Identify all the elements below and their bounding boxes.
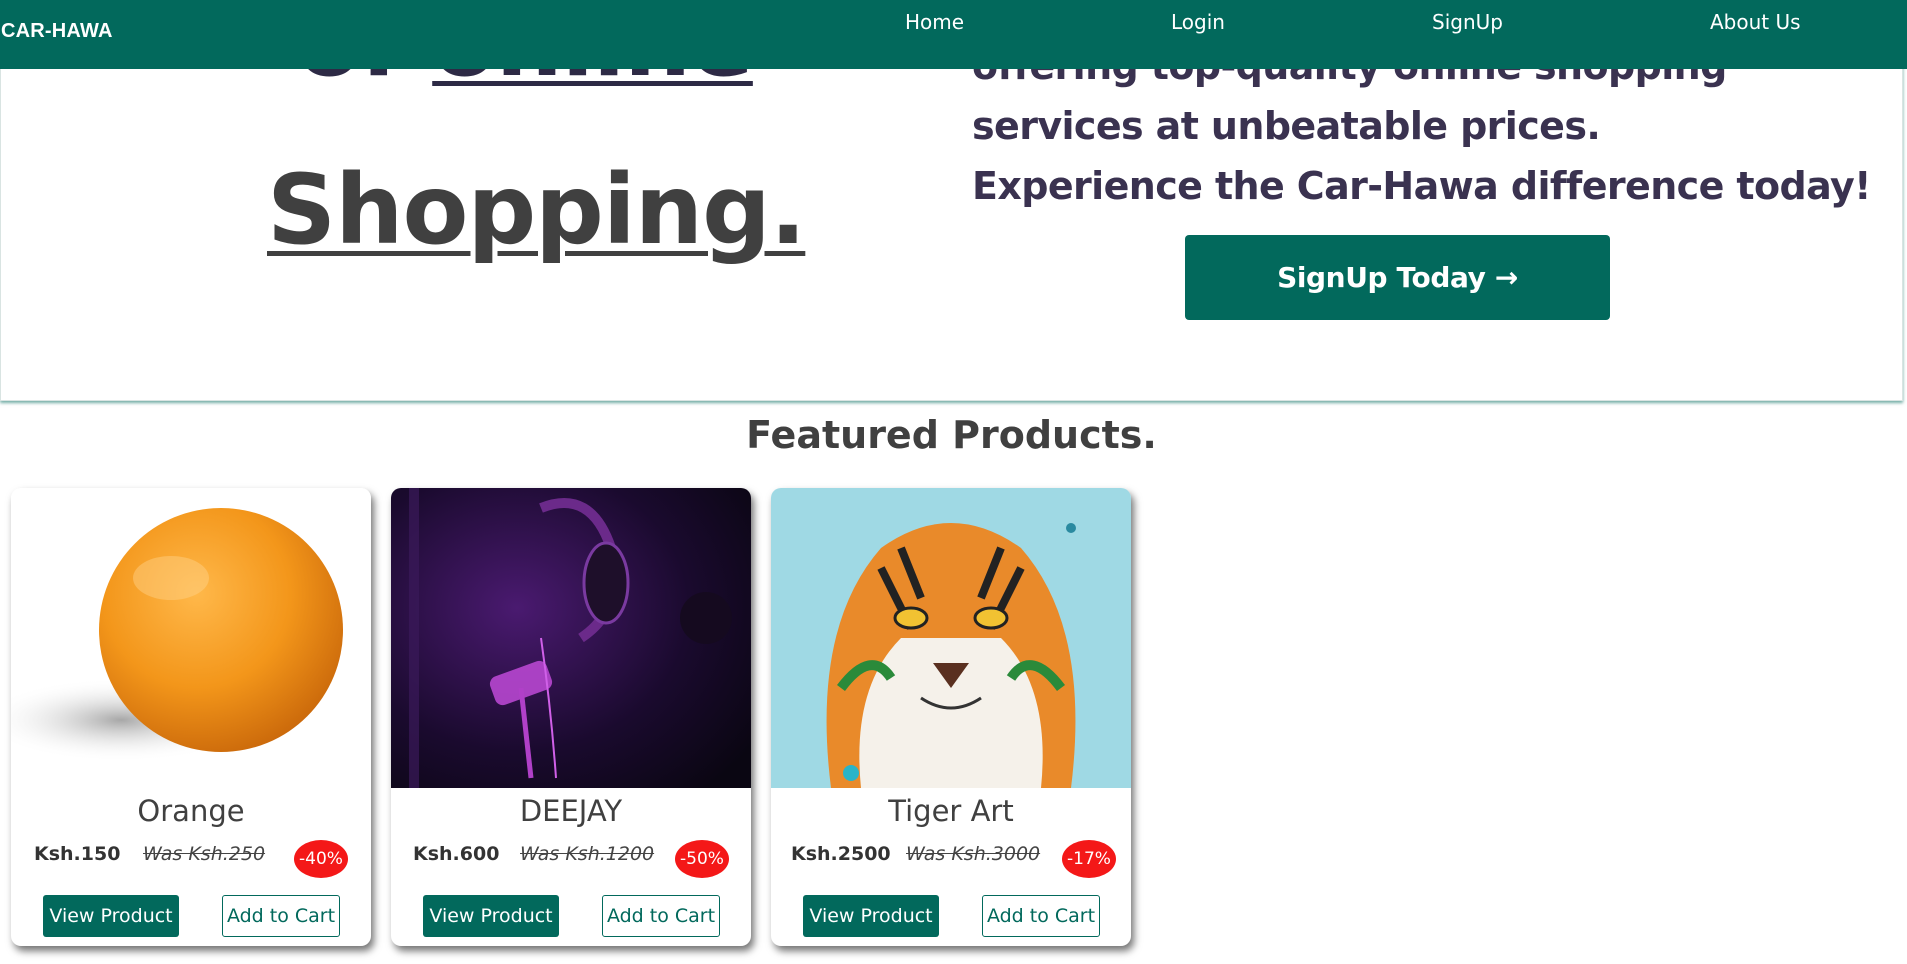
view-product-button[interactable]: View Product (423, 895, 559, 937)
product-price: Ksh.600 (413, 843, 500, 865)
product-price: Ksh.2500 (791, 843, 891, 865)
product-name: Orange (137, 794, 245, 828)
discount-badge: -17% (1062, 840, 1116, 878)
nav-link-signup[interactable]: SignUp (1432, 10, 1503, 34)
signup-today-button[interactable]: SignUp Today → (1185, 235, 1610, 320)
product-old-price: Was Ksh.3000 (906, 843, 1041, 865)
product-old-price: Was Ksh.250 (143, 843, 266, 865)
view-product-button[interactable]: View Product (43, 895, 179, 937)
hero-headline-line2: Shopping. (267, 154, 806, 266)
product-card-orange: Orange Ksh.150 Was Ksh.250 -40% View Pro… (11, 488, 371, 946)
hero-text-line3: Experience the Car-Hawa difference today… (972, 164, 1871, 208)
nav-link-home[interactable]: Home (905, 10, 964, 34)
product-price: Ksh.150 (34, 843, 121, 865)
product-image-tiger-art[interactable] (771, 488, 1131, 788)
featured-products-title: Featured Products. (746, 413, 1157, 457)
product-old-price: Was Ksh.1200 (520, 843, 655, 865)
navbar: CAR-HAWA Home Login SignUp About Us (0, 0, 1907, 69)
product-image-orange[interactable] (11, 488, 371, 788)
nav-link-login[interactable]: Login (1171, 10, 1225, 34)
add-to-cart-button[interactable]: Add to Cart (602, 895, 720, 937)
product-name: Tiger Art (888, 794, 1014, 828)
hero-text-line2: services at unbeatable prices. (972, 104, 1601, 148)
view-product-button[interactable]: View Product (803, 895, 939, 937)
product-card-tiger-art: Tiger Art Ksh.2500 Was Ksh.3000 -17% Vie… (771, 488, 1131, 946)
add-to-cart-button[interactable]: Add to Cart (982, 895, 1100, 937)
product-card-deejay: DEEJAY Ksh.600 Was Ksh.1200 -50% View Pr… (391, 488, 751, 946)
brand-logo[interactable]: CAR-HAWA (1, 20, 113, 43)
nav-link-about-us[interactable]: About Us (1710, 10, 1801, 34)
add-to-cart-button[interactable]: Add to Cart (222, 895, 340, 937)
discount-badge: -50% (675, 840, 729, 878)
product-name: DEEJAY (519, 794, 623, 828)
discount-badge: -40% (294, 840, 348, 878)
product-image-deejay[interactable] (391, 488, 751, 788)
